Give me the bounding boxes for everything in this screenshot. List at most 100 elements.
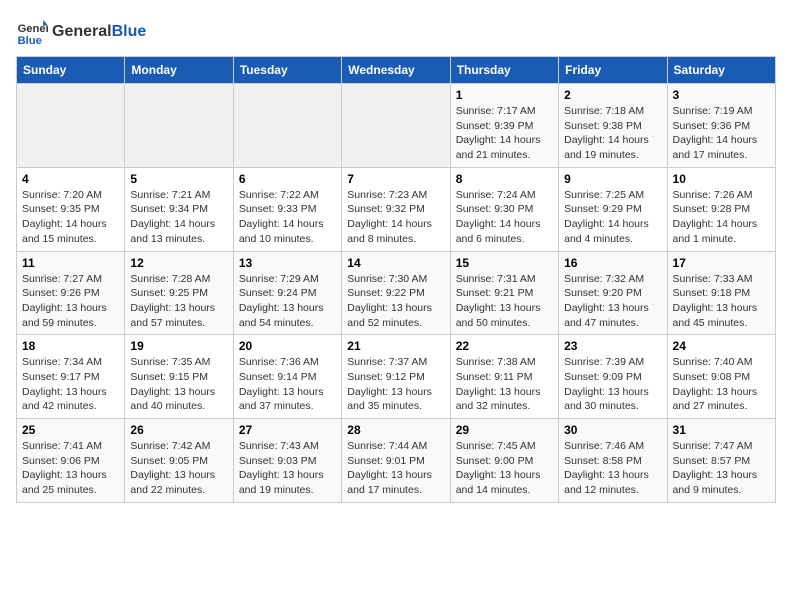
weekday-header-monday: Monday (125, 57, 233, 84)
calendar-cell: 31 Sunrise: 7:47 AM Sunset: 8:57 PM Dayli… (667, 419, 775, 503)
weekday-header-friday: Friday (559, 57, 667, 84)
day-number: 3 (673, 88, 770, 102)
calendar-cell: 18Sunrise: 7:34 AM Sunset: 9:17 PM Dayli… (17, 335, 125, 419)
calendar-cell: 26Sunrise: 7:42 AM Sunset: 9:05 PM Dayli… (125, 419, 233, 503)
calendar-cell: 3 Sunrise: 7:19 AM Sunset: 9:36 PM Daylig… (667, 84, 775, 168)
day-content: Sunrise: 7:42 AM Sunset: 9:05 PM Dayligh… (130, 439, 227, 498)
calendar-cell: 17 Sunrise: 7:33 AM Sunset: 9:18 PM Dayli… (667, 251, 775, 335)
day-content: Sunrise: 7:44 AM Sunset: 9:01 PM Dayligh… (347, 439, 444, 498)
day-number: 21 (347, 339, 444, 353)
day-content: Sunrise: 7:36 AM Sunset: 9:14 PM Dayligh… (239, 355, 336, 414)
day-number: 18 (22, 339, 119, 353)
calendar-cell: 22 Sunrise: 7:38 AM Sunset: 9:11 PM Dayli… (450, 335, 558, 419)
day-content: Sunrise: 7:37 AM Sunset: 9:12 PM Dayligh… (347, 355, 444, 414)
day-number: 17 (673, 256, 770, 270)
calendar-cell: 28Sunrise: 7:44 AM Sunset: 9:01 PM Dayli… (342, 419, 450, 503)
logo-icon: General Blue (16, 16, 48, 48)
calendar-cell: 25 Sunrise: 7:41 AM Sunset: 9:06 PM Dayli… (17, 419, 125, 503)
calendar-cell: 27 Sunrise: 7:43 AM Sunset: 9:03 PM Dayli… (233, 419, 341, 503)
day-number: 10 (673, 172, 770, 186)
calendar-cell: 20 Sunrise: 7:36 AM Sunset: 9:14 PM Dayli… (233, 335, 341, 419)
day-number: 7 (347, 172, 444, 186)
day-content: Sunrise: 7:29 AM Sunset: 9:24 PM Dayligh… (239, 272, 336, 331)
day-number: 29 (456, 423, 553, 437)
day-number: 8 (456, 172, 553, 186)
day-number: 27 (239, 423, 336, 437)
day-number: 2 (564, 88, 661, 102)
day-content: Sunrise: 7:19 AM Sunset: 9:36 PM Dayligh… (673, 104, 770, 163)
day-content: Sunrise: 7:31 AM Sunset: 9:21 PM Dayligh… (456, 272, 553, 331)
day-content: Sunrise: 7:18 AM Sunset: 9:38 PM Dayligh… (564, 104, 661, 163)
day-number: 14 (347, 256, 444, 270)
day-content: Sunrise: 7:23 AM Sunset: 9:32 PM Dayligh… (347, 188, 444, 247)
calendar-cell: 29 Sunrise: 7:45 AM Sunset: 9:00 PM Dayli… (450, 419, 558, 503)
calendar-cell: 30 Sunrise: 7:46 AM Sunset: 8:58 PM Dayli… (559, 419, 667, 503)
calendar-cell: 10 Sunrise: 7:26 AM Sunset: 9:28 PM Dayli… (667, 167, 775, 251)
day-number: 6 (239, 172, 336, 186)
weekday-header-thursday: Thursday (450, 57, 558, 84)
calendar-cell: 11Sunrise: 7:27 AM Sunset: 9:26 PM Dayli… (17, 251, 125, 335)
day-number: 4 (22, 172, 119, 186)
day-number: 5 (130, 172, 227, 186)
calendar-cell: 4 Sunrise: 7:20 AM Sunset: 9:35 PM Daylig… (17, 167, 125, 251)
day-content: Sunrise: 7:45 AM Sunset: 9:00 PM Dayligh… (456, 439, 553, 498)
calendar-cell: 7 Sunrise: 7:23 AM Sunset: 9:32 PM Daylig… (342, 167, 450, 251)
weekday-header-saturday: Saturday (667, 57, 775, 84)
calendar-cell: 12Sunrise: 7:28 AM Sunset: 9:25 PM Dayli… (125, 251, 233, 335)
day-content: Sunrise: 7:25 AM Sunset: 9:29 PM Dayligh… (564, 188, 661, 247)
logo: General Blue GeneralBlue (16, 16, 146, 48)
calendar-cell: 5 Sunrise: 7:21 AM Sunset: 9:34 PM Daylig… (125, 167, 233, 251)
day-number: 30 (564, 423, 661, 437)
day-content: Sunrise: 7:21 AM Sunset: 9:34 PM Dayligh… (130, 188, 227, 247)
calendar-cell (125, 84, 233, 168)
day-content: Sunrise: 7:41 AM Sunset: 9:06 PM Dayligh… (22, 439, 119, 498)
day-number: 23 (564, 339, 661, 353)
svg-text:Blue: Blue (18, 35, 42, 47)
calendar-cell: 21 Sunrise: 7:37 AM Sunset: 9:12 PM Dayli… (342, 335, 450, 419)
weekday-header-tuesday: Tuesday (233, 57, 341, 84)
calendar-cell: 14 Sunrise: 7:30 AM Sunset: 9:22 PM Dayli… (342, 251, 450, 335)
day-content: Sunrise: 7:27 AM Sunset: 9:26 PM Dayligh… (22, 272, 119, 331)
calendar-cell: 8 Sunrise: 7:24 AM Sunset: 9:30 PM Daylig… (450, 167, 558, 251)
logo-general-text: GeneralBlue (52, 23, 146, 41)
day-content: Sunrise: 7:47 AM Sunset: 8:57 PM Dayligh… (673, 439, 770, 498)
calendar-cell: 2 Sunrise: 7:18 AM Sunset: 9:38 PM Daylig… (559, 84, 667, 168)
calendar-cell: 19Sunrise: 7:35 AM Sunset: 9:15 PM Dayli… (125, 335, 233, 419)
day-number: 12 (130, 256, 227, 270)
calendar-cell: 6 Sunrise: 7:22 AM Sunset: 9:33 PM Daylig… (233, 167, 341, 251)
day-number: 24 (673, 339, 770, 353)
day-content: Sunrise: 7:30 AM Sunset: 9:22 PM Dayligh… (347, 272, 444, 331)
day-number: 25 (22, 423, 119, 437)
day-content: Sunrise: 7:43 AM Sunset: 9:03 PM Dayligh… (239, 439, 336, 498)
day-number: 20 (239, 339, 336, 353)
day-content: Sunrise: 7:22 AM Sunset: 9:33 PM Dayligh… (239, 188, 336, 247)
calendar-cell: 1 Sunrise: 7:17 AM Sunset: 9:39 PM Daylig… (450, 84, 558, 168)
calendar-cell: 16 Sunrise: 7:32 AM Sunset: 9:20 PM Dayli… (559, 251, 667, 335)
day-content: Sunrise: 7:33 AM Sunset: 9:18 PM Dayligh… (673, 272, 770, 331)
day-number: 22 (456, 339, 553, 353)
day-number: 16 (564, 256, 661, 270)
day-content: Sunrise: 7:40 AM Sunset: 9:08 PM Dayligh… (673, 355, 770, 414)
calendar-cell (17, 84, 125, 168)
calendar-cell: 24 Sunrise: 7:40 AM Sunset: 9:08 PM Dayli… (667, 335, 775, 419)
day-content: Sunrise: 7:39 AM Sunset: 9:09 PM Dayligh… (564, 355, 661, 414)
calendar-table: SundayMondayTuesdayWednesdayThursdayFrid… (16, 56, 776, 503)
day-content: Sunrise: 7:32 AM Sunset: 9:20 PM Dayligh… (564, 272, 661, 331)
calendar-cell: 9 Sunrise: 7:25 AM Sunset: 9:29 PM Daylig… (559, 167, 667, 251)
day-number: 9 (564, 172, 661, 186)
day-number: 1 (456, 88, 553, 102)
day-number: 13 (239, 256, 336, 270)
weekday-header-sunday: Sunday (17, 57, 125, 84)
day-content: Sunrise: 7:17 AM Sunset: 9:39 PM Dayligh… (456, 104, 553, 163)
day-number: 19 (130, 339, 227, 353)
day-content: Sunrise: 7:26 AM Sunset: 9:28 PM Dayligh… (673, 188, 770, 247)
day-content: Sunrise: 7:20 AM Sunset: 9:35 PM Dayligh… (22, 188, 119, 247)
day-content: Sunrise: 7:38 AM Sunset: 9:11 PM Dayligh… (456, 355, 553, 414)
calendar-cell (342, 84, 450, 168)
day-number: 15 (456, 256, 553, 270)
calendar-cell: 15 Sunrise: 7:31 AM Sunset: 9:21 PM Dayli… (450, 251, 558, 335)
day-content: Sunrise: 7:24 AM Sunset: 9:30 PM Dayligh… (456, 188, 553, 247)
day-number: 31 (673, 423, 770, 437)
header: General Blue GeneralBlue (16, 16, 776, 48)
day-content: Sunrise: 7:46 AM Sunset: 8:58 PM Dayligh… (564, 439, 661, 498)
